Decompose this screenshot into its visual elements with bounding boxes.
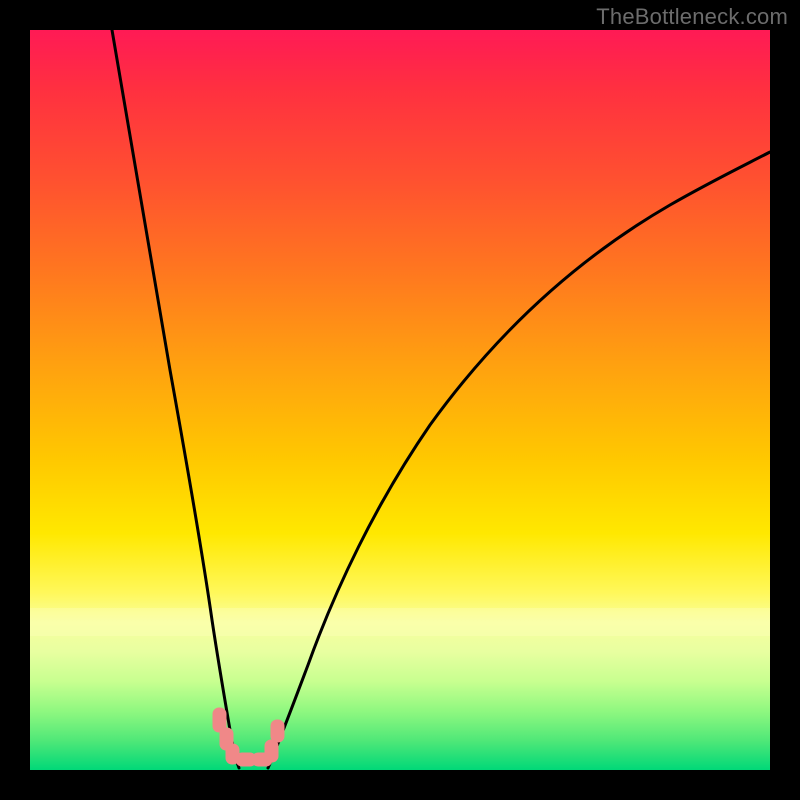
marker-6 xyxy=(265,740,278,762)
pale-band xyxy=(30,608,770,636)
bottleneck-right-curve xyxy=(268,152,770,768)
plot-area xyxy=(30,30,770,770)
marker-7 xyxy=(271,720,284,742)
bottleneck-left-curve xyxy=(112,30,239,768)
watermark-text: TheBottleneck.com xyxy=(596,4,788,30)
plateau-markers-group xyxy=(213,708,284,766)
chart-stage: TheBottleneck.com xyxy=(0,0,800,800)
curve-layer xyxy=(30,30,770,770)
